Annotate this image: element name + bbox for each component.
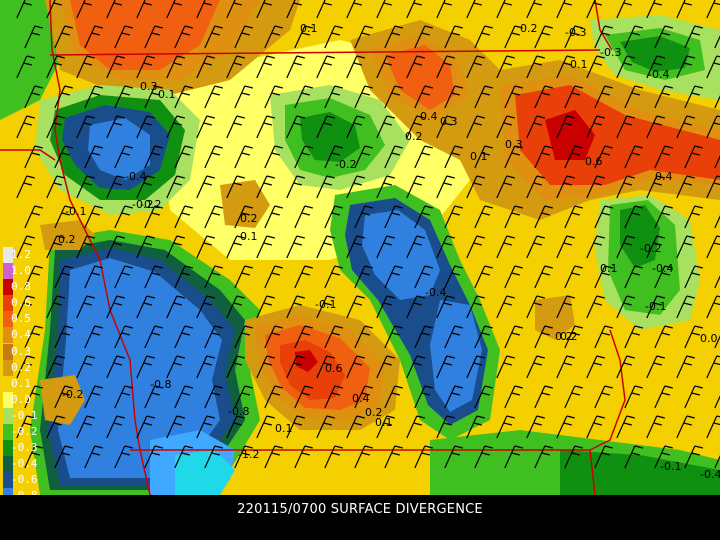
- contour-label: -0.2: [335, 158, 356, 171]
- legend-label: 0.5: [11, 312, 31, 326]
- legend-label: -0.3: [11, 441, 38, 455]
- contour-label: 0.3: [505, 138, 523, 151]
- contour-label: 0.4: [655, 170, 673, 183]
- footer: 220115/0700 SURFACE DIVERGENCE: [0, 495, 720, 540]
- contour-label: -0.2: [640, 242, 661, 255]
- contour-label: -0.1: [660, 460, 681, 473]
- contour-label: 0.2: [405, 130, 423, 143]
- contour-label: 0.1: [300, 22, 318, 35]
- legend-entry: 0.3: [0, 343, 50, 360]
- legend-entry: 0.1: [0, 375, 50, 392]
- legend-entry: 1.2: [0, 247, 50, 263]
- contour-label: 0.3: [140, 80, 158, 93]
- legend-label: -0.2: [11, 425, 38, 439]
- contour-label: -0.1: [645, 300, 666, 313]
- contour-label: 0.2: [240, 212, 258, 225]
- contour-label: -0.1: [65, 205, 86, 218]
- contour-label: 0.6: [325, 362, 343, 375]
- contour-label: -0.4: [425, 286, 446, 299]
- legend-label: 0.3: [11, 344, 31, 358]
- contour-label: 0.1: [375, 416, 393, 429]
- legend-label: 1.2: [11, 248, 31, 261]
- map-caption: 220115/0700 SURFACE DIVERGENCE: [237, 502, 483, 517]
- legend-label: 0.8: [11, 280, 31, 294]
- contour-label: -0.2: [62, 388, 83, 401]
- divergence-map: 0.1 0.2 0.1 0.3 0.4 0.3 0.2 0.1 0.3 0.6 0.4 -0.2 -0.…: [0, 0, 720, 495]
- legend-entry: 1.0: [0, 263, 50, 280]
- legend-entry: -0.6: [0, 472, 50, 489]
- legend-entry: -0.1: [0, 407, 50, 424]
- contour-label: 0.3: [440, 115, 458, 128]
- legend-entry: 0.5: [0, 311, 50, 328]
- legend-label: 0.6: [11, 296, 31, 310]
- legend-entry: 0.4: [0, 327, 50, 344]
- contour-label: 0.6: [585, 155, 603, 168]
- contour-label: 0.0: [700, 332, 718, 345]
- legend-entry: 0.0: [0, 391, 50, 408]
- legend-entry: 0.6: [0, 295, 50, 312]
- legend-entry: -0.3: [0, 440, 50, 457]
- contour-label: 0.1: [570, 58, 588, 71]
- legend-label: 0.2: [11, 360, 31, 374]
- contour-label: 0.2: [560, 330, 578, 343]
- contour-label: -0.1: [315, 298, 336, 311]
- legend-entry: 0.8: [0, 279, 50, 296]
- contour-label: -0.3: [600, 46, 621, 59]
- contour-label: -0.8: [150, 378, 171, 391]
- contour-label: -0.4: [648, 68, 669, 81]
- contour-label: -0.4: [652, 262, 673, 275]
- legend-entry: -0.8: [0, 488, 50, 495]
- contour-label: 0.4: [352, 392, 370, 405]
- contour-label: 0.1: [470, 150, 488, 163]
- legend-label: -0.4: [11, 457, 38, 471]
- color-legend: 1.2 1.0 0.8 0.6 0.5 0.4 0.3 0.2 0.1 0.0 -0.1 -0.2 -0…: [0, 247, 50, 495]
- legend-label: -0.6: [11, 473, 38, 487]
- contour-label: -0.2: [132, 198, 153, 211]
- contour-label: -1.2: [238, 448, 259, 461]
- legend-label: -0.1: [11, 408, 38, 422]
- contour-label: -0.3: [565, 26, 586, 39]
- legend-label: 0.0: [11, 392, 31, 406]
- legend-entry: 0.2: [0, 359, 50, 376]
- legend-entry: -0.2: [0, 424, 50, 441]
- contour-label: 0.1: [158, 88, 176, 101]
- legend-label: 1.0: [11, 264, 31, 278]
- contour-label: 0.1: [240, 230, 258, 243]
- legend-entry: -0.4: [0, 456, 50, 473]
- contour-label: -0.4: [125, 170, 146, 183]
- contour-label: 0.1: [275, 422, 293, 435]
- contour-label: 0.4: [420, 110, 438, 123]
- contour-label: -0.4: [700, 468, 720, 481]
- contour-label: 0.1: [600, 262, 618, 275]
- contour-label: 0.2: [58, 233, 76, 246]
- contour-label: 0.2: [520, 22, 538, 35]
- legend-label: 0.1: [11, 376, 31, 390]
- contour-label: -0.8: [228, 405, 249, 418]
- legend-label: 0.4: [11, 328, 31, 342]
- map-canvas: 0.1 0.20.10.30.4 0.30.20.10.30.60.4-0.2-0.…: [0, 0, 720, 495]
